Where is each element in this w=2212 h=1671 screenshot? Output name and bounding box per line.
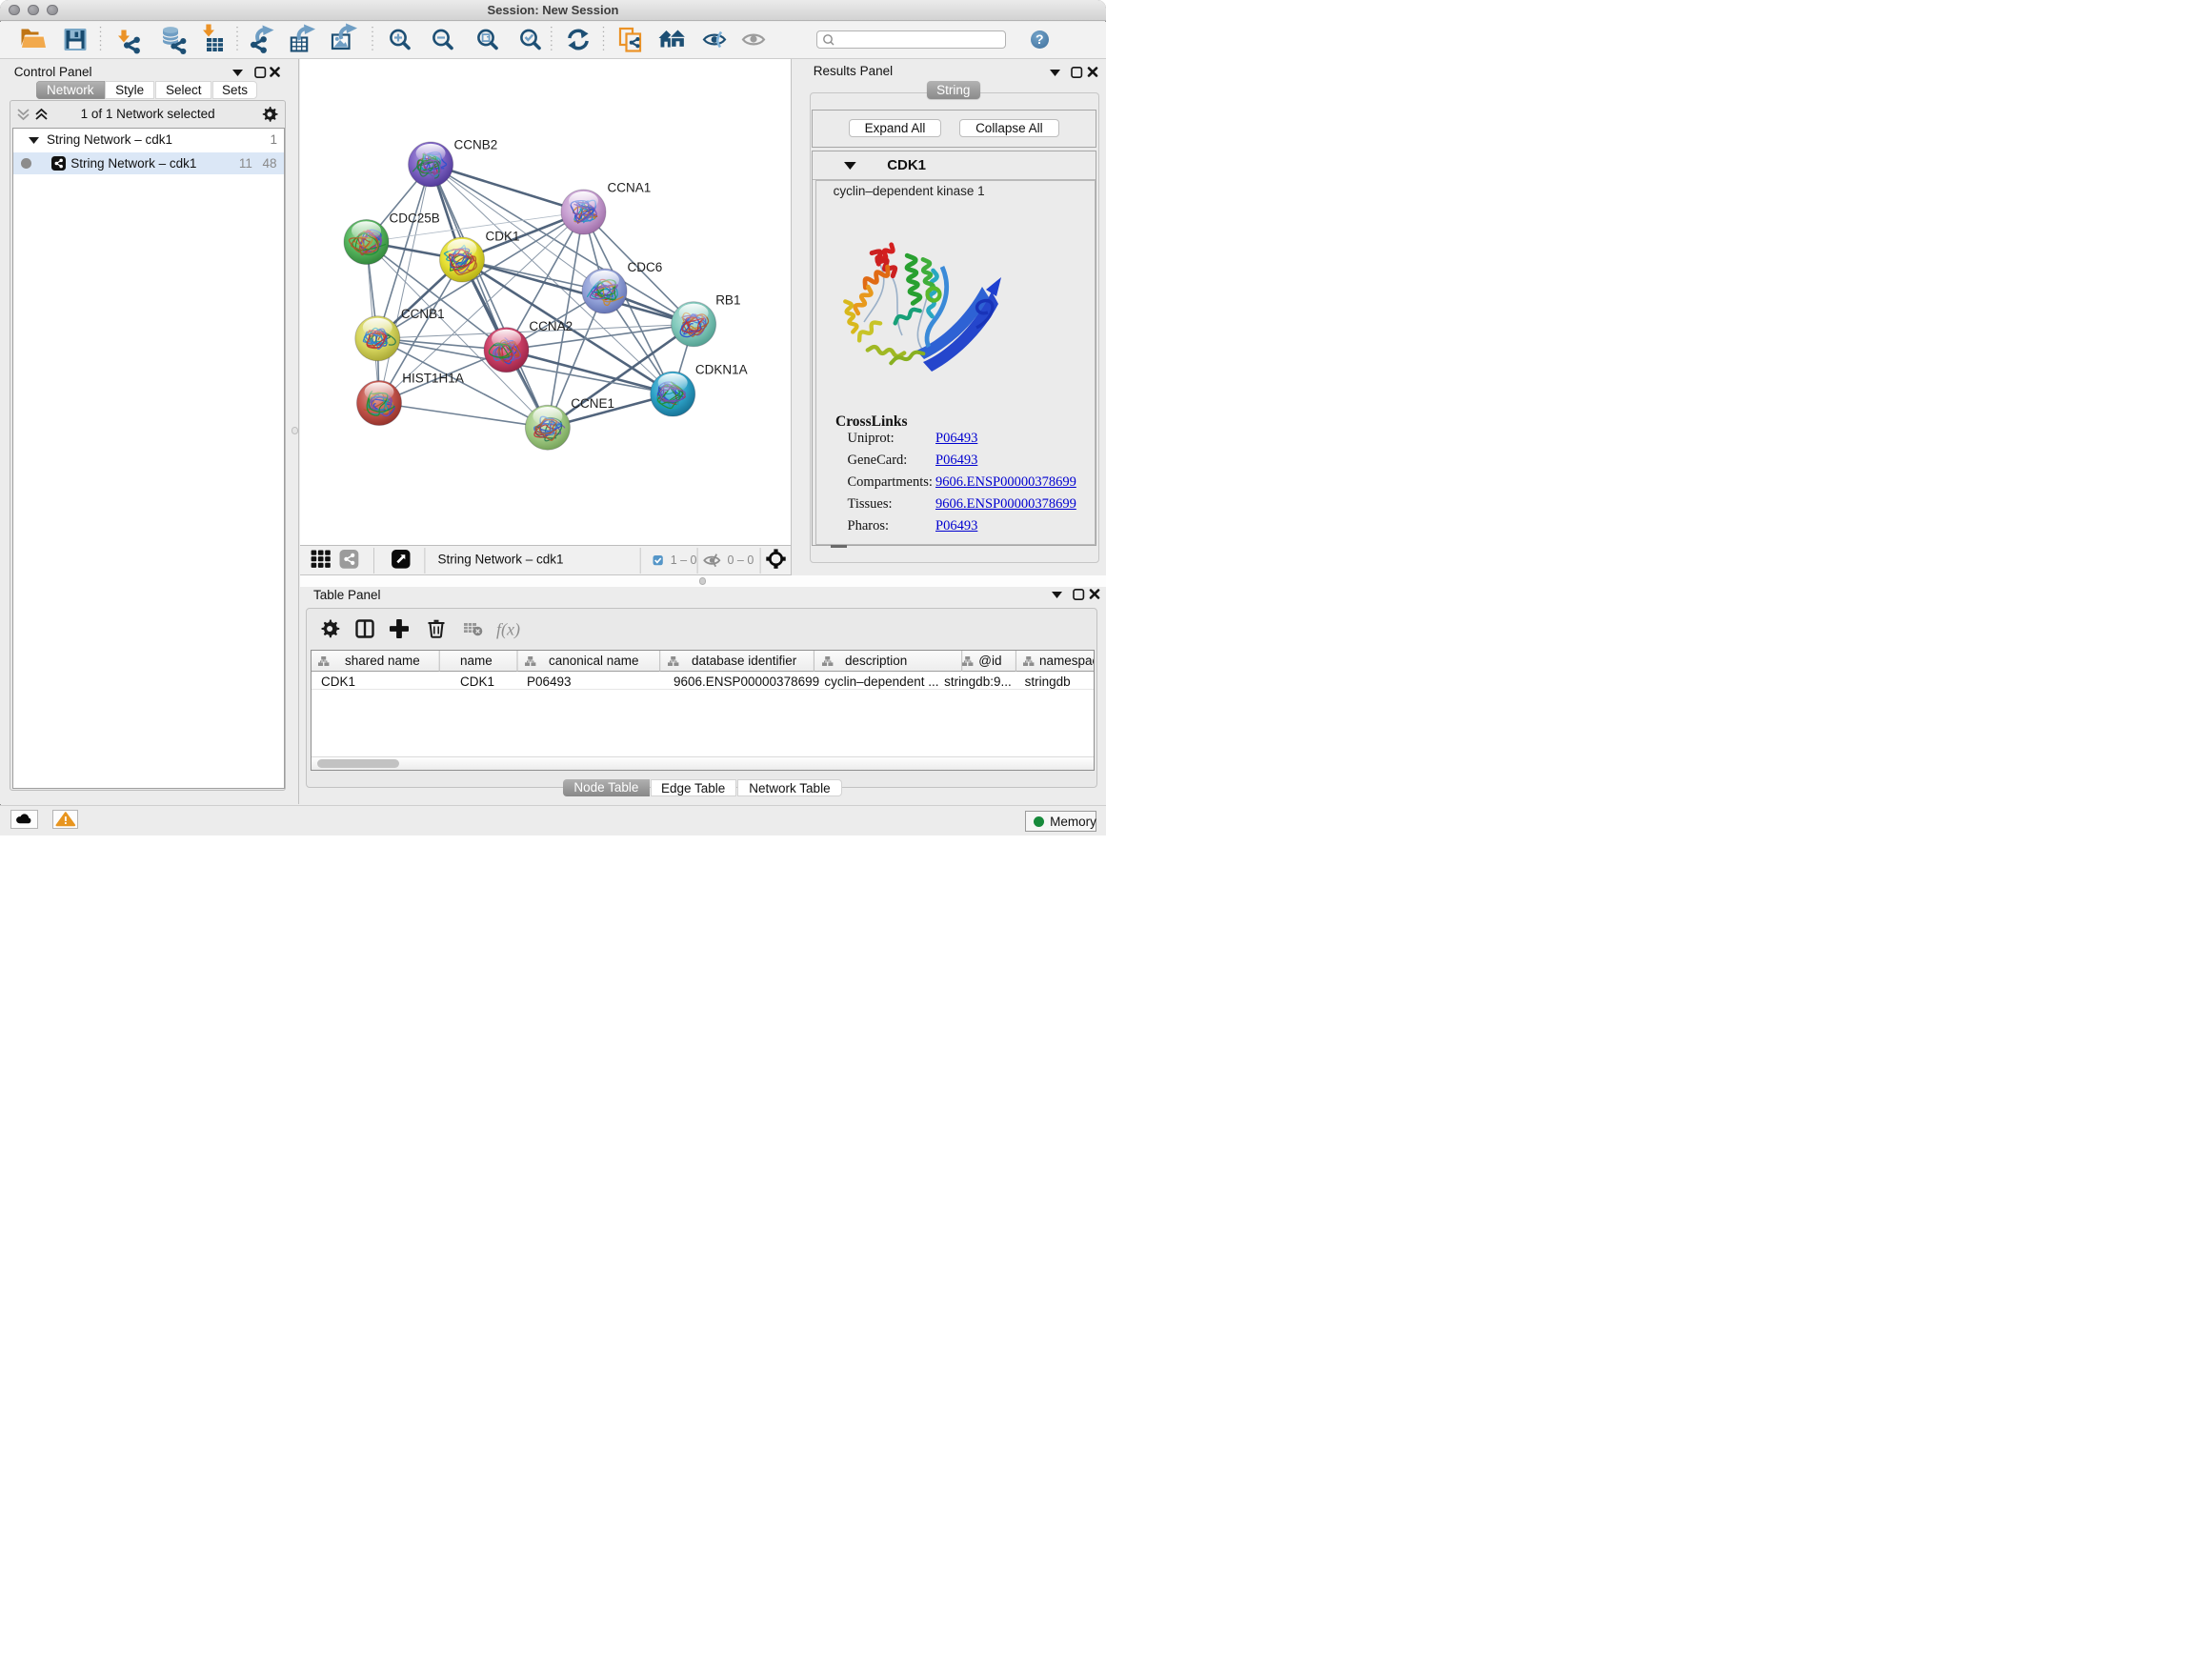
svg-text:0 – 0: 0 – 0: [727, 554, 754, 567]
svg-text:CDKN1A: CDKN1A: [694, 362, 747, 376]
svg-text:CCNB2: CCNB2: [453, 137, 497, 151]
svg-text:CDC6: CDC6: [627, 260, 662, 274]
svg-text:String Network – cdk1: String Network – cdk1: [437, 552, 563, 566]
svg-text:CCNE1: CCNE1: [571, 396, 614, 411]
svg-text:HIST1H1A: HIST1H1A: [402, 371, 464, 385]
svg-text:RB1: RB1: [715, 292, 740, 307]
svg-text:f(x): f(x): [496, 619, 520, 639]
svg-text:CCNB1: CCNB1: [400, 307, 444, 321]
svg-text:CDC25B: CDC25B: [389, 211, 439, 225]
svg-text:CCNA1: CCNA1: [607, 180, 651, 194]
svg-text:CDK1: CDK1: [485, 229, 519, 243]
svg-text:1 – 0: 1 – 0: [670, 554, 696, 567]
svg-text:CCNA2: CCNA2: [529, 319, 573, 333]
